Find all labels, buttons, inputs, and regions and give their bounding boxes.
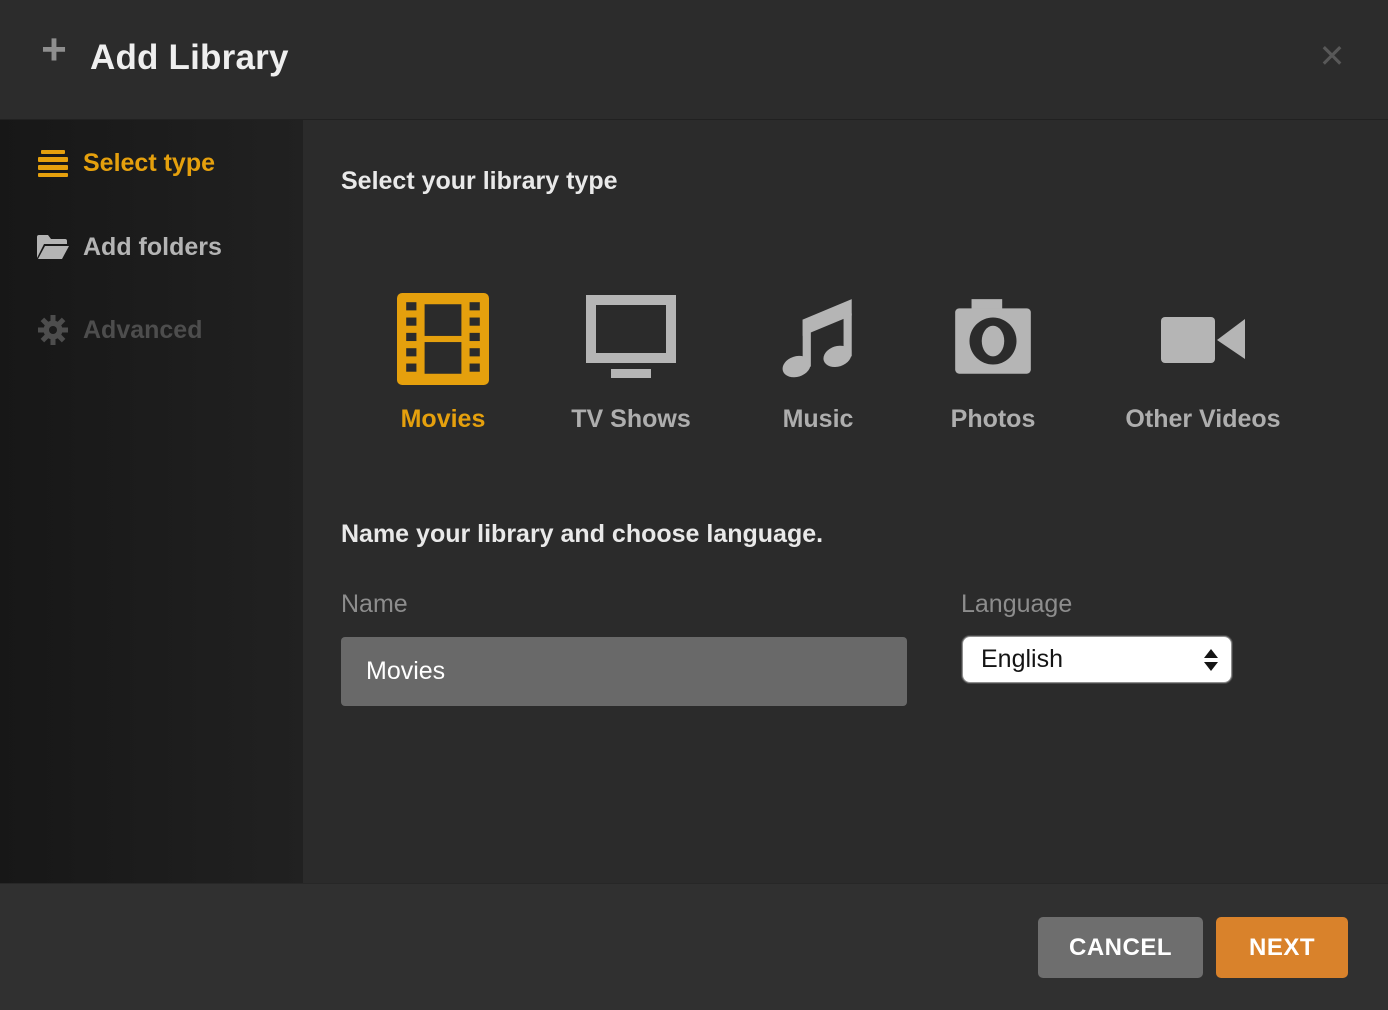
music-icon <box>733 293 903 385</box>
library-type-label: TV Shows <box>546 405 716 434</box>
list-icon <box>36 148 70 178</box>
wizard-steps-sidebar: Select type Add folders <box>0 120 303 883</box>
cancel-button[interactable]: CANCEL <box>1038 917 1203 978</box>
select-spinner-icon <box>1197 649 1231 671</box>
sidebar-item-add-folders[interactable]: Add folders <box>36 222 222 272</box>
folder-icon <box>36 232 70 262</box>
library-type-photos[interactable]: Photos <box>908 293 1078 434</box>
next-button[interactable]: NEXT <box>1216 917 1348 978</box>
library-type-movies[interactable]: Movies <box>358 293 528 434</box>
step-content: Select your library type <box>303 120 1388 883</box>
library-type-heading: Select your library type <box>341 167 618 196</box>
sidebar-item-label: Advanced <box>83 316 202 345</box>
sidebar-item-label: Select type <box>83 149 215 178</box>
library-type-other-videos[interactable]: Other Videos <box>1118 293 1288 434</box>
library-type-label: Other Videos <box>1118 405 1288 434</box>
sidebar-item-select-type[interactable]: Select type <box>36 138 215 188</box>
library-type-label: Photos <box>908 405 1078 434</box>
close-icon[interactable]: ✕ <box>1312 36 1352 76</box>
camera-icon <box>908 293 1078 385</box>
dialog-footer: CANCEL NEXT <box>0 883 1388 1010</box>
library-type-label: Music <box>733 405 903 434</box>
sidebar-item-advanced: Advanced <box>36 305 202 355</box>
name-language-heading: Name your library and choose language. <box>341 520 823 549</box>
library-type-label: Movies <box>358 405 528 434</box>
dialog-title: Add Library <box>90 38 289 78</box>
library-name-input[interactable] <box>341 637 907 706</box>
plus-icon: + <box>36 33 72 69</box>
language-label: Language <box>961 590 1072 619</box>
name-label: Name <box>341 590 408 619</box>
language-select[interactable]: English <box>962 636 1232 683</box>
language-selected-value: English <box>963 645 1197 674</box>
sidebar-item-label: Add folders <box>83 233 222 262</box>
add-library-dialog: + Add Library ✕ Select type <box>0 0 1388 1010</box>
tv-icon <box>546 293 716 385</box>
dialog-header: + Add Library ✕ <box>0 0 1388 120</box>
library-type-tv-shows[interactable]: TV Shows <box>546 293 716 434</box>
film-icon <box>358 293 528 385</box>
library-type-music[interactable]: Music <box>733 293 903 434</box>
camcorder-icon <box>1118 293 1288 385</box>
gear-icon <box>36 315 70 345</box>
